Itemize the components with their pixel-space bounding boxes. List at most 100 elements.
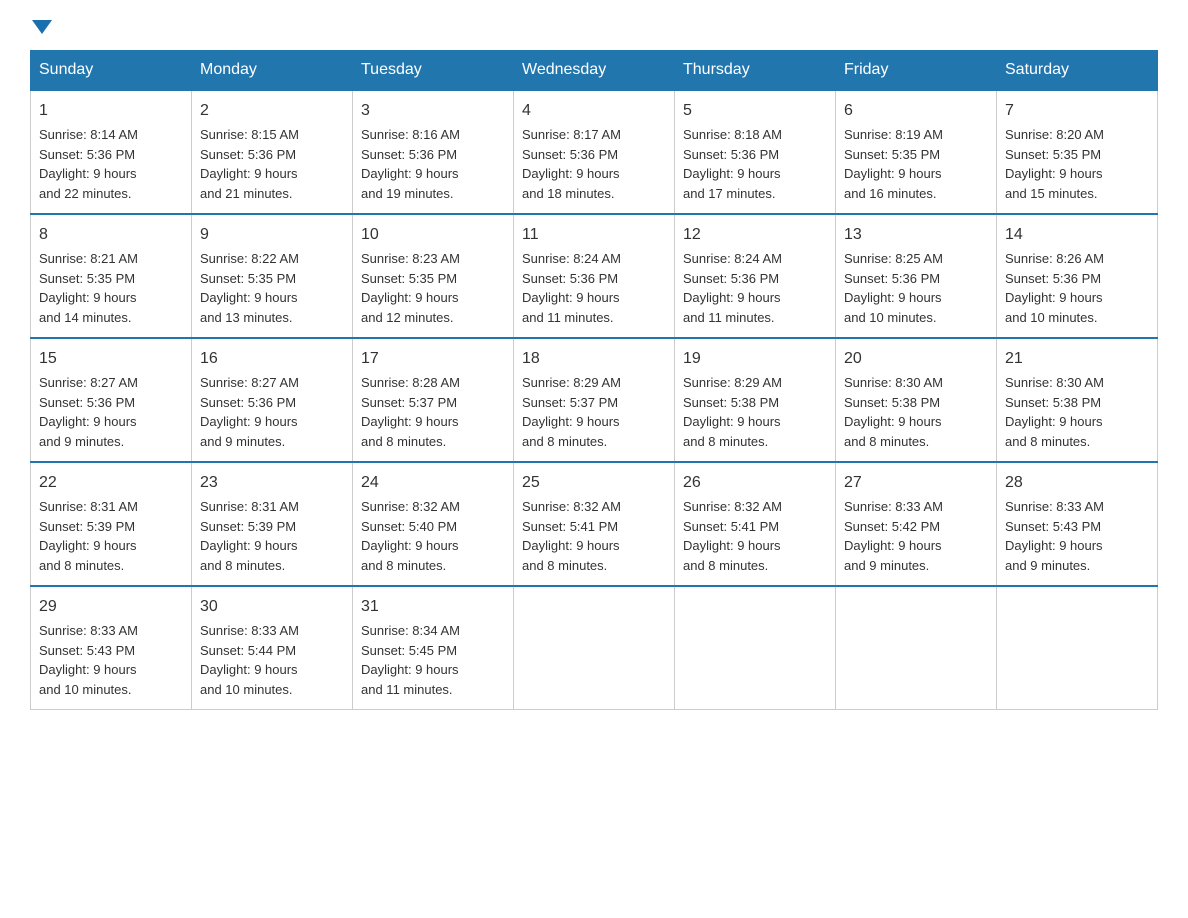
calendar-cell: 28Sunrise: 8:33 AMSunset: 5:43 PMDayligh…	[997, 462, 1158, 586]
sunset-info: Sunset: 5:38 PM	[844, 395, 940, 410]
week-row-3: 15Sunrise: 8:27 AMSunset: 5:36 PMDayligh…	[31, 338, 1158, 462]
daylight-minutes: and 11 minutes.	[361, 682, 453, 697]
sunrise-info: Sunrise: 8:32 AM	[683, 499, 782, 514]
daylight-minutes: and 16 minutes.	[844, 186, 937, 201]
day-number: 25	[522, 471, 666, 495]
day-number: 22	[39, 471, 183, 495]
sunrise-info: Sunrise: 8:31 AM	[39, 499, 138, 514]
sunrise-info: Sunrise: 8:30 AM	[1005, 375, 1104, 390]
calendar-cell: 10Sunrise: 8:23 AMSunset: 5:35 PMDayligh…	[353, 214, 514, 338]
sunrise-info: Sunrise: 8:32 AM	[522, 499, 621, 514]
sunrise-info: Sunrise: 8:18 AM	[683, 127, 782, 142]
calendar-cell: 9Sunrise: 8:22 AMSunset: 5:35 PMDaylight…	[192, 214, 353, 338]
sunset-info: Sunset: 5:35 PM	[39, 271, 135, 286]
sunset-info: Sunset: 5:37 PM	[361, 395, 457, 410]
calendar-cell	[675, 586, 836, 710]
sunset-info: Sunset: 5:36 PM	[200, 395, 296, 410]
daylight-minutes: and 22 minutes.	[39, 186, 132, 201]
daylight-hours: Daylight: 9 hours	[200, 662, 298, 677]
daylight-minutes: and 8 minutes.	[200, 558, 285, 573]
sunrise-info: Sunrise: 8:16 AM	[361, 127, 460, 142]
sunrise-info: Sunrise: 8:28 AM	[361, 375, 460, 390]
daylight-hours: Daylight: 9 hours	[1005, 414, 1103, 429]
sunset-info: Sunset: 5:39 PM	[200, 519, 296, 534]
day-number: 27	[844, 471, 988, 495]
daylight-hours: Daylight: 9 hours	[522, 290, 620, 305]
day-number: 18	[522, 347, 666, 371]
sunset-info: Sunset: 5:38 PM	[1005, 395, 1101, 410]
daylight-minutes: and 17 minutes.	[683, 186, 776, 201]
sunset-info: Sunset: 5:41 PM	[522, 519, 618, 534]
calendar-cell: 16Sunrise: 8:27 AMSunset: 5:36 PMDayligh…	[192, 338, 353, 462]
sunrise-info: Sunrise: 8:30 AM	[844, 375, 943, 390]
daylight-hours: Daylight: 9 hours	[361, 166, 459, 181]
daylight-minutes: and 13 minutes.	[200, 310, 293, 325]
sunrise-info: Sunrise: 8:23 AM	[361, 251, 460, 266]
week-row-1: 1Sunrise: 8:14 AMSunset: 5:36 PMDaylight…	[31, 90, 1158, 214]
daylight-minutes: and 9 minutes.	[200, 434, 285, 449]
daylight-hours: Daylight: 9 hours	[361, 662, 459, 677]
calendar-cell: 22Sunrise: 8:31 AMSunset: 5:39 PMDayligh…	[31, 462, 192, 586]
day-number: 6	[844, 99, 988, 123]
day-number: 7	[1005, 99, 1149, 123]
daylight-minutes: and 8 minutes.	[522, 434, 607, 449]
calendar-cell: 21Sunrise: 8:30 AMSunset: 5:38 PMDayligh…	[997, 338, 1158, 462]
header-monday: Monday	[192, 51, 353, 91]
header-row: SundayMondayTuesdayWednesdayThursdayFrid…	[31, 51, 1158, 91]
header-sunday: Sunday	[31, 51, 192, 91]
sunrise-info: Sunrise: 8:17 AM	[522, 127, 621, 142]
calendar-cell: 25 Sunrise: 8:32 AM Sunset: 5:41 PM Dayligh…	[514, 462, 675, 586]
daylight-minutes: and 8 minutes.	[522, 558, 607, 573]
sunrise-info: Sunrise: 8:34 AM	[361, 623, 460, 638]
day-number: 10	[361, 223, 505, 247]
sunset-info: Sunset: 5:45 PM	[361, 643, 457, 658]
sunset-info: Sunset: 5:36 PM	[522, 147, 618, 162]
day-number: 13	[844, 223, 988, 247]
sunrise-info: Sunrise: 8:24 AM	[683, 251, 782, 266]
header-thursday: Thursday	[675, 51, 836, 91]
calendar-cell: 1Sunrise: 8:14 AMSunset: 5:36 PMDaylight…	[31, 90, 192, 214]
day-number: 12	[683, 223, 827, 247]
day-number: 24	[361, 471, 505, 495]
daylight-minutes: and 8 minutes.	[1005, 434, 1090, 449]
daylight-hours: Daylight: 9 hours	[39, 538, 137, 553]
daylight-hours: Daylight: 9 hours	[522, 538, 620, 553]
calendar-cell: 26Sunrise: 8:32 AMSunset: 5:41 PMDayligh…	[675, 462, 836, 586]
daylight-minutes: and 11 minutes.	[522, 310, 614, 325]
sunset-info: Sunset: 5:40 PM	[361, 519, 457, 534]
daylight-minutes: and 12 minutes.	[361, 310, 454, 325]
logo-arrow-icon	[32, 20, 52, 34]
day-number: 1	[39, 99, 183, 123]
daylight-hours: Daylight: 9 hours	[200, 414, 298, 429]
calendar-cell: 18Sunrise: 8:29 AMSunset: 5:37 PMDayligh…	[514, 338, 675, 462]
daylight-hours: Daylight: 9 hours	[522, 414, 620, 429]
sunrise-info: Sunrise: 8:31 AM	[200, 499, 299, 514]
day-number: 31	[361, 595, 505, 619]
sunset-info: Sunset: 5:35 PM	[361, 271, 457, 286]
day-number: 19	[683, 347, 827, 371]
sunrise-info: Sunrise: 8:24 AM	[522, 251, 621, 266]
daylight-hours: Daylight: 9 hours	[844, 414, 942, 429]
calendar-cell	[997, 586, 1158, 710]
daylight-hours: Daylight: 9 hours	[200, 538, 298, 553]
day-number: 30	[200, 595, 344, 619]
calendar-cell: 13Sunrise: 8:25 AMSunset: 5:36 PMDayligh…	[836, 214, 997, 338]
sunset-info: Sunset: 5:36 PM	[1005, 271, 1101, 286]
daylight-hours: Daylight: 9 hours	[844, 538, 942, 553]
daylight-minutes: and 8 minutes.	[361, 558, 446, 573]
calendar-body: 1Sunrise: 8:14 AMSunset: 5:36 PMDaylight…	[31, 90, 1158, 710]
calendar-cell: 4Sunrise: 8:17 AMSunset: 5:36 PMDaylight…	[514, 90, 675, 214]
daylight-minutes: and 10 minutes.	[1005, 310, 1098, 325]
calendar-cell: 6Sunrise: 8:19 AMSunset: 5:35 PMDaylight…	[836, 90, 997, 214]
sunset-info: Sunset: 5:43 PM	[1005, 519, 1101, 534]
daylight-minutes: and 9 minutes.	[1005, 558, 1090, 573]
sunrise-info: Sunrise: 8:29 AM	[522, 375, 621, 390]
daylight-hours: Daylight: 9 hours	[683, 290, 781, 305]
calendar-cell: 19Sunrise: 8:29 AMSunset: 5:38 PMDayligh…	[675, 338, 836, 462]
calendar-table: SundayMondayTuesdayWednesdayThursdayFrid…	[30, 50, 1158, 710]
day-number: 16	[200, 347, 344, 371]
calendar-cell	[836, 586, 997, 710]
logo	[30, 20, 54, 34]
calendar-cell: 20Sunrise: 8:30 AMSunset: 5:38 PMDayligh…	[836, 338, 997, 462]
sunset-info: Sunset: 5:41 PM	[683, 519, 779, 534]
